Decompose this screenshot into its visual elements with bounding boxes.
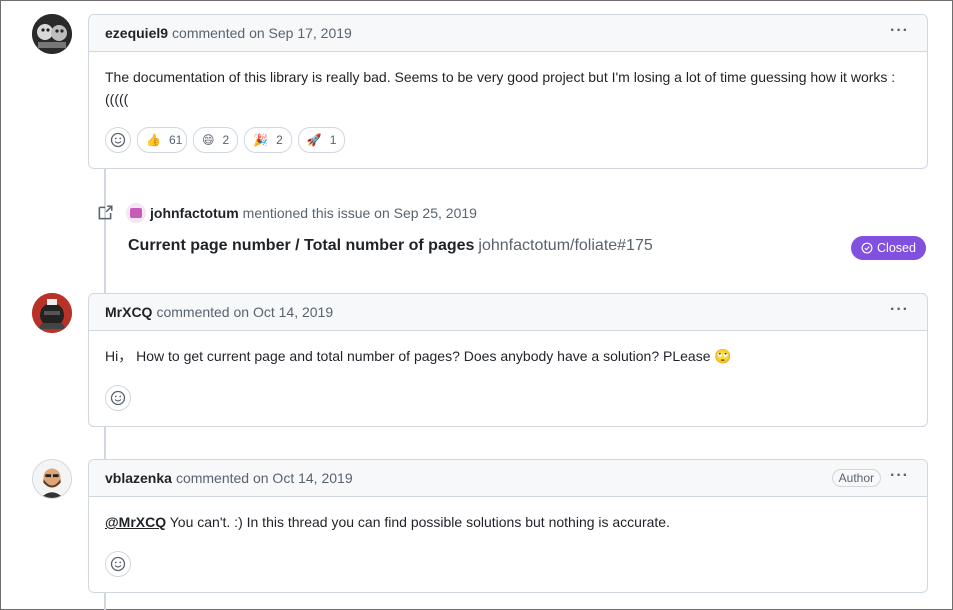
cross-reference-icon xyxy=(98,205,113,220)
timeline-line xyxy=(104,168,106,293)
avatar[interactable] xyxy=(32,459,72,499)
comment-timestamp[interactable]: commented on Oct 14, 2019 xyxy=(156,304,333,320)
smile-icon: 😄 xyxy=(202,133,215,147)
comment-card: vblazenka commented on Oct 14, 2019 Auth… xyxy=(88,459,928,593)
comment-body-text: You can't. :) In this thread you can fin… xyxy=(166,514,670,530)
comment-body: The documentation of this library is rea… xyxy=(105,69,896,107)
more-options-icon[interactable]: ··· xyxy=(890,23,909,39)
comment-timestamp[interactable]: commented on Oct 14, 2019 xyxy=(176,470,353,486)
user-avatar-icon xyxy=(130,208,142,218)
avatar[interactable] xyxy=(32,14,72,54)
comment-author[interactable]: vblazenka xyxy=(105,470,172,486)
comment-card: ezequiel9 commented on Sep 17, 2019 ··· … xyxy=(88,14,928,169)
thumbs-up-icon: 👍 xyxy=(146,133,161,147)
rocket-icon: 🚀 xyxy=(306,133,322,147)
reaction-smile[interactable]: 😄 2 xyxy=(193,127,239,153)
comment-timestamp[interactable]: commented on Sep 17, 2019 xyxy=(172,25,352,41)
referenced-issue-title[interactable]: Current page number / Total number of pa… xyxy=(128,237,474,254)
comment-body: @MrXCQ You can't. :) In this thread you … xyxy=(89,497,927,533)
reaction-tada[interactable]: 🎉 2 xyxy=(244,127,292,153)
mention-event: johnfactotum mentioned this issue on Sep… xyxy=(96,203,477,223)
reaction-count: 2 xyxy=(276,133,283,147)
comment-header: MrXCQ commented on Oct 14, 2019 ··· xyxy=(89,294,927,331)
status-badge: Closed xyxy=(851,236,926,260)
reaction-thumbs-up[interactable]: 👍 61 xyxy=(137,127,187,153)
avatar-image xyxy=(33,460,71,498)
comment-author[interactable]: ezequiel9 xyxy=(105,25,168,41)
avatar[interactable] xyxy=(32,293,72,333)
reaction-count: 2 xyxy=(222,133,230,147)
timeline-line xyxy=(104,426,106,460)
more-options-icon[interactable]: ··· xyxy=(890,302,909,318)
comment-card: MrXCQ commented on Oct 14, 2019 ··· Hi， … xyxy=(88,293,928,427)
check-circle-icon xyxy=(861,242,873,254)
status-label: Closed xyxy=(877,241,916,255)
reaction-count: 1 xyxy=(329,133,337,147)
user-mention-link[interactable]: @MrXCQ xyxy=(105,514,166,530)
referenced-issue-repo[interactable]: johnfactotum/foliate#175 xyxy=(478,237,652,254)
add-reaction-button[interactable] xyxy=(105,127,131,153)
avatar-image xyxy=(32,14,72,54)
mention-meta[interactable]: mentioned this issue on Sep 25, 2019 xyxy=(243,205,477,221)
timeline-line xyxy=(104,592,106,610)
add-reaction-button[interactable] xyxy=(105,551,131,577)
reactions-bar: 👍 61 😄 2 🎉 2 🚀 1 xyxy=(89,127,361,153)
comment-header: vblazenka commented on Oct 14, 2019 Auth… xyxy=(89,460,927,497)
comment-header: ezequiel9 commented on Sep 17, 2019 ··· xyxy=(89,15,927,52)
more-options-icon[interactable]: ··· xyxy=(890,468,909,484)
add-reaction-button[interactable] xyxy=(105,385,131,411)
referenced-issue[interactable]: Current page number / Total number of pa… xyxy=(128,237,653,255)
author-badge: Author xyxy=(831,469,881,487)
tada-icon: 🎉 xyxy=(253,133,269,147)
reactions-bar xyxy=(89,385,147,411)
comment-author[interactable]: MrXCQ xyxy=(105,304,152,320)
smiley-icon xyxy=(110,390,126,406)
reaction-count: 61 xyxy=(168,133,183,147)
mention-user[interactable]: johnfactotum xyxy=(150,205,239,221)
reaction-rocket[interactable]: 🚀 1 xyxy=(297,127,346,153)
mention-user-avatar[interactable] xyxy=(126,203,146,223)
avatar-image xyxy=(32,293,72,333)
smiley-icon xyxy=(110,132,126,148)
comment-body: Hi， How to get current page and total nu… xyxy=(105,348,732,364)
reactions-bar xyxy=(89,551,147,577)
smiley-icon xyxy=(110,556,126,572)
